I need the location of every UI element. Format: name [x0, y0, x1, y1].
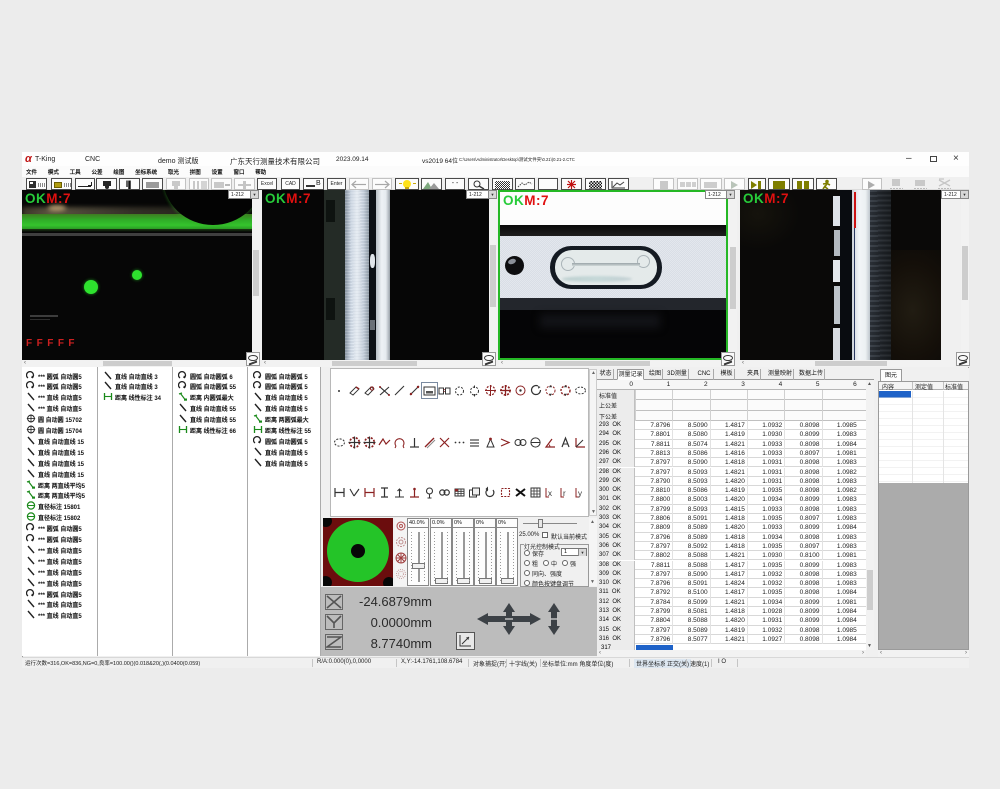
- svg-text:x: x: [548, 489, 552, 498]
- svg-text:y: y: [578, 489, 582, 498]
- svg-text:r: r: [563, 489, 566, 498]
